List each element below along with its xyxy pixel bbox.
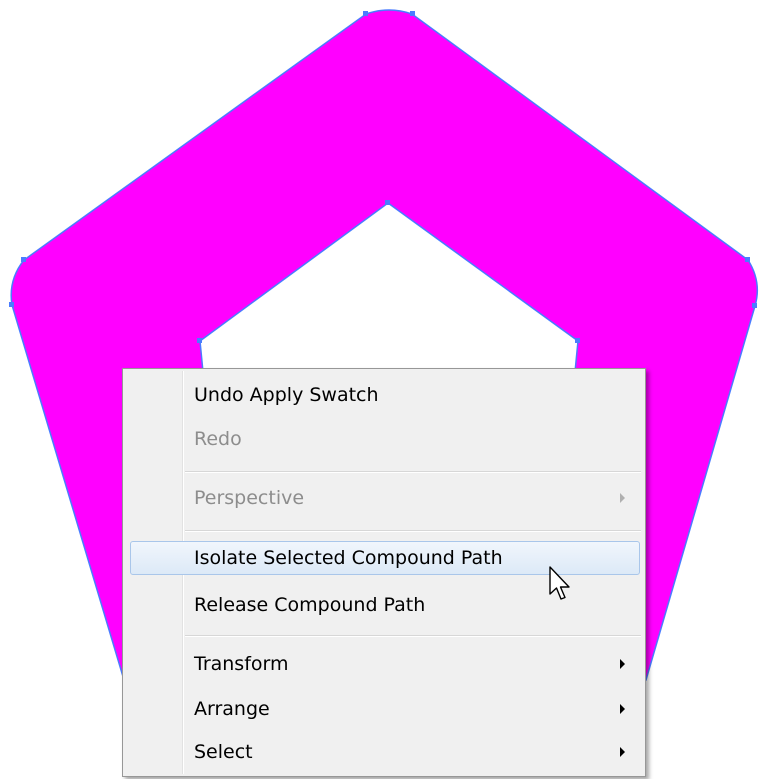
menu-item-label: Transform: [194, 653, 289, 675]
menu-separator: [185, 530, 641, 532]
menu-item-label: Arrange: [194, 698, 270, 720]
menu-item-arrange[interactable]: Arrange: [125, 692, 643, 726]
menu-item-redo[interactable]: Redo: [125, 422, 643, 456]
submenu-arrow-icon: [620, 493, 625, 503]
menu-separator: [185, 635, 641, 637]
menu-item-label: Select: [194, 741, 253, 763]
menu-item-label: Perspective: [194, 487, 305, 509]
submenu-arrow-icon: [620, 659, 625, 669]
menu-item-label: Isolate Selected Compound Path: [194, 547, 503, 569]
menu-item-label: Redo: [194, 428, 242, 450]
menu-separator: [185, 471, 641, 473]
arrow-pointer-icon: [549, 566, 570, 600]
menu-item-transform[interactable]: Transform: [125, 647, 643, 681]
submenu-arrow-icon: [620, 747, 625, 757]
submenu-arrow-icon: [620, 704, 625, 714]
menu-item-select[interactable]: Select: [125, 735, 643, 769]
menu-item-undo-apply-swatch[interactable]: Undo Apply Swatch: [125, 378, 643, 412]
menu-item-label: Undo Apply Swatch: [194, 384, 379, 406]
menu-item-perspective[interactable]: Perspective: [125, 481, 643, 515]
menu-item-label: Release Compound Path: [194, 594, 426, 616]
